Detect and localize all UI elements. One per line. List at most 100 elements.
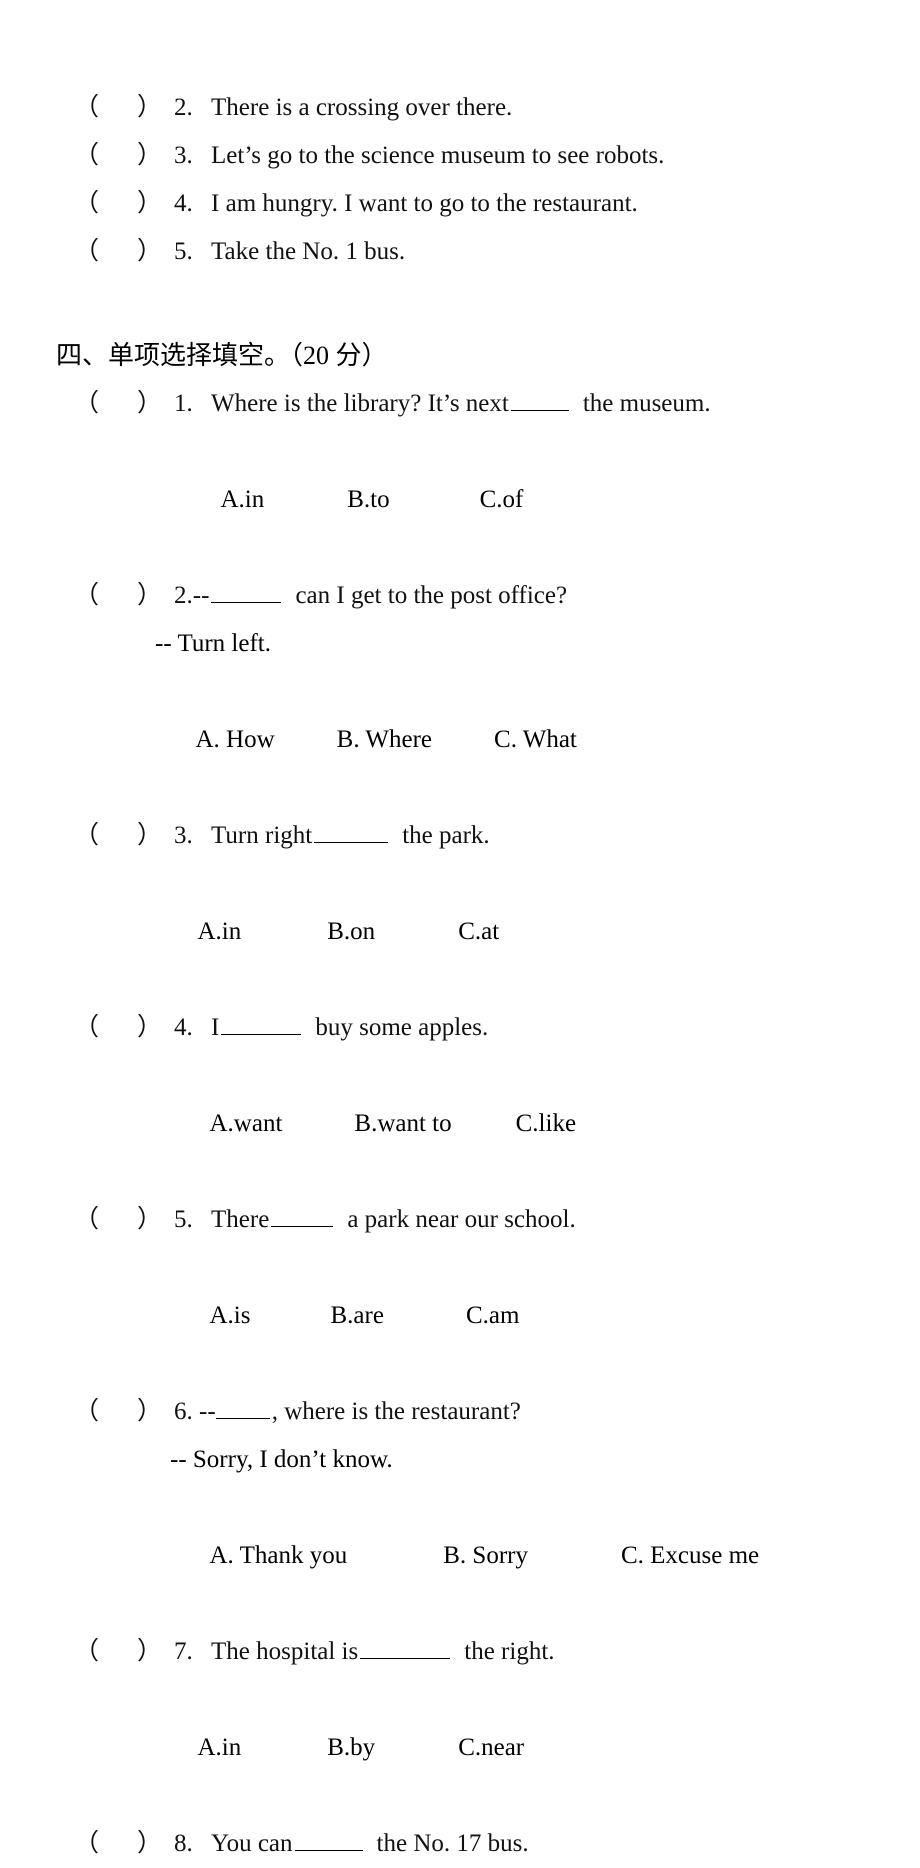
option-b[interactable]: B. Where <box>337 716 432 764</box>
question-row: （） 2.-- can I get to the post office? <box>0 572 920 620</box>
answer-bracket[interactable]: （） <box>74 180 162 228</box>
bracket-close: ） <box>137 822 163 849</box>
bracket-close: ） <box>137 238 163 265</box>
question-stem-before: There <box>211 1206 270 1233</box>
option-c[interactable]: C.am <box>466 1292 519 1340</box>
bracket-open: （ <box>74 390 100 417</box>
fill-in-blank[interactable] <box>211 583 282 603</box>
bracket-close: ） <box>137 582 163 609</box>
fill-in-blank[interactable] <box>294 1831 363 1851</box>
option-c[interactable]: C. Excuse me <box>621 1532 759 1580</box>
question-number: 8. <box>174 1830 193 1857</box>
option-a[interactable]: A.in <box>198 1724 242 1772</box>
question-number: 4. <box>174 1014 193 1041</box>
question-stem-before: Where is the library? It’s next <box>211 390 509 417</box>
judgement-item: （） 2. There is a crossing over there. <box>0 84 920 132</box>
answer-bracket[interactable]: （） <box>74 1820 162 1868</box>
option-c[interactable]: C.like <box>516 1100 576 1148</box>
item-number: 3. <box>174 142 193 169</box>
option-row: A.in B.to C.of <box>0 428 920 572</box>
fill-in-blank[interactable] <box>271 1207 334 1227</box>
bracket-open: （ <box>74 1830 100 1857</box>
question-stem-after: the right. <box>464 1638 555 1665</box>
fill-in-blank[interactable] <box>360 1639 451 1659</box>
bracket-close: ） <box>137 1830 163 1857</box>
question-number: 5. <box>174 1206 193 1233</box>
judgement-item: （） 4. I am hungry. I want to go to the re… <box>0 180 920 228</box>
option-a[interactable]: A.in <box>198 908 242 956</box>
bracket-open: （ <box>74 94 100 121</box>
judgement-item: （） 5. Take the No. 1 bus. <box>0 228 920 276</box>
bracket-open: （ <box>74 1398 100 1425</box>
answer-bracket[interactable]: （） <box>74 84 162 132</box>
option-row: A.want B.want to C.like <box>0 1052 920 1196</box>
item-number: 5. <box>174 238 193 265</box>
answer-bracket[interactable]: （） <box>74 572 162 620</box>
answer-bracket[interactable]: （） <box>74 1388 162 1436</box>
bracket-open: （ <box>74 238 100 265</box>
option-row: A. How B. Where C. What <box>0 668 920 812</box>
question-row: （） 4. Ibuy some apples. <box>0 1004 920 1052</box>
option-a[interactable]: A. Thank you <box>210 1532 348 1580</box>
bracket-open: （ <box>74 1014 100 1041</box>
option-c[interactable]: C.at <box>458 908 499 956</box>
item-text: Take the No. 1 bus. <box>211 238 406 265</box>
bracket-close: ） <box>137 190 163 217</box>
question-number: 7. <box>174 1638 193 1665</box>
question-number: 2.-- <box>174 582 210 609</box>
option-b[interactable]: B. Sorry <box>443 1532 528 1580</box>
multiple-choice-list: （） 1. Where is the library? It’s next the … <box>0 380 920 1868</box>
option-row: A.in B.on C.at <box>0 860 920 1004</box>
answer-bracket[interactable]: （） <box>74 1628 162 1676</box>
option-c[interactable]: C.of <box>480 476 524 524</box>
option-a[interactable]: A. How <box>196 716 275 764</box>
section-heading: 四、单项选择填空。（20 分） <box>56 341 388 370</box>
fill-in-blank[interactable] <box>215 1399 270 1419</box>
option-c[interactable]: C.near <box>458 1724 524 1772</box>
bracket-open: （ <box>74 1206 100 1233</box>
bracket-open: （ <box>74 822 100 849</box>
option-b[interactable]: B.are <box>330 1292 383 1340</box>
question-row: （） 5. There a park near our school. <box>0 1196 920 1244</box>
dialogue-answer-line: -- Sorry, I don’t know. <box>170 1446 393 1473</box>
option-a[interactable]: A.is <box>210 1292 251 1340</box>
bracket-close: ） <box>137 1638 163 1665</box>
question-stem-before: You can <box>211 1830 293 1857</box>
worksheet-page: （） 2. There is a crossing over there. （） 3… <box>0 0 920 1857</box>
option-row: A.is B.are C.am <box>0 1244 920 1388</box>
bracket-open: （ <box>74 190 100 217</box>
answer-bracket[interactable]: （） <box>74 132 162 180</box>
option-b[interactable]: B.to <box>347 476 389 524</box>
bracket-close: ） <box>137 390 163 417</box>
answer-bracket[interactable]: （） <box>74 228 162 276</box>
fill-in-blank[interactable] <box>221 1015 302 1035</box>
question-stem-after: the museum. <box>582 390 711 417</box>
bracket-open: （ <box>74 142 100 169</box>
question-stem-after: a park near our school. <box>347 1206 576 1233</box>
option-b[interactable]: B.by <box>327 1724 375 1772</box>
bracket-close: ） <box>137 1206 163 1233</box>
bracket-open: （ <box>74 582 100 609</box>
option-c[interactable]: C. What <box>494 716 577 764</box>
question-stem-after: the No. 17 bus. <box>376 1830 529 1857</box>
answer-bracket[interactable]: （） <box>74 380 162 428</box>
question-stem-before: Turn right <box>211 822 313 849</box>
option-a[interactable]: A.in <box>221 476 265 524</box>
fill-in-blank[interactable] <box>314 823 389 843</box>
question-stem-after: can I get to the post office? <box>295 582 568 609</box>
item-text: I am hungry. I want to go to the restaur… <box>211 190 638 217</box>
option-b[interactable]: B.want to <box>354 1100 451 1148</box>
answer-bracket[interactable]: （） <box>74 1196 162 1244</box>
answer-bracket[interactable]: （） <box>74 1004 162 1052</box>
item-text: Let’s go to the science museum to see ro… <box>211 142 665 169</box>
question-row: （） 3. Turn right the park. <box>0 812 920 860</box>
bracket-open: （ <box>74 1638 100 1665</box>
item-number: 2. <box>174 94 193 121</box>
fill-in-blank[interactable] <box>510 391 569 411</box>
option-b[interactable]: B.on <box>327 908 375 956</box>
option-a[interactable]: A.want <box>210 1100 283 1148</box>
answer-bracket[interactable]: （） <box>74 812 162 860</box>
question-stem-after: buy some apples. <box>315 1014 489 1041</box>
question-stem-before: I <box>211 1014 220 1041</box>
